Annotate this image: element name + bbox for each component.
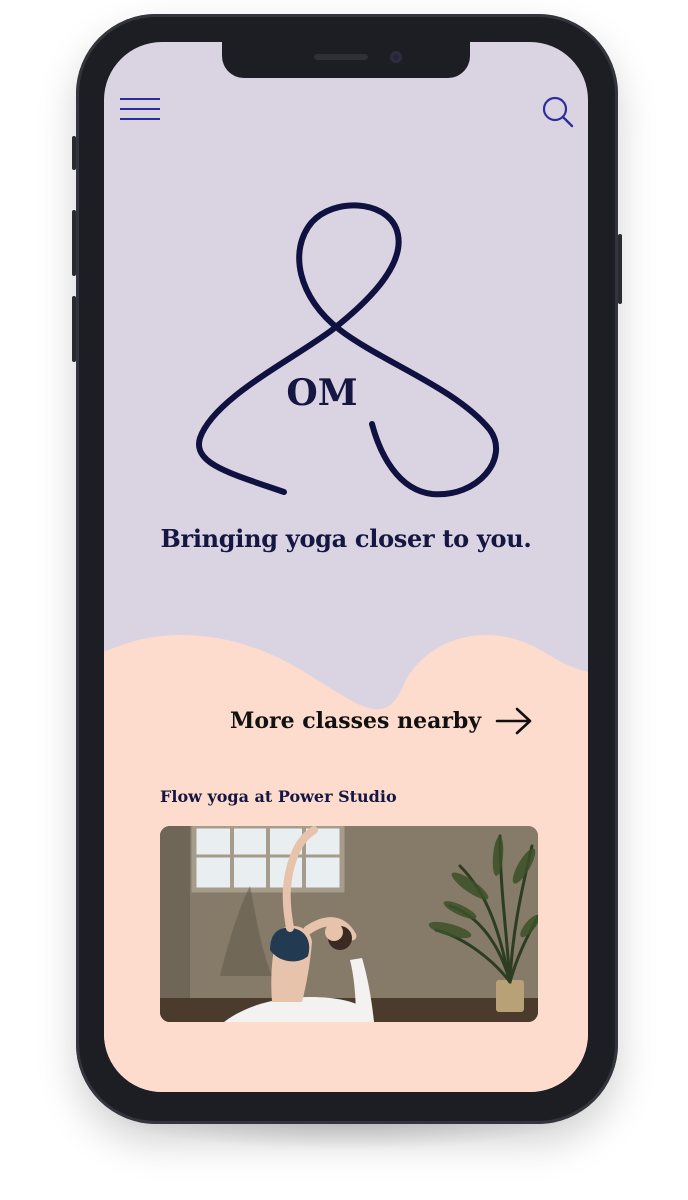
front-camera: [390, 51, 402, 63]
volume-down-button: [72, 296, 76, 362]
more-classes-label: More classes nearby: [230, 708, 482, 734]
class-photo[interactable]: [160, 826, 538, 1022]
om-logo: OM: [196, 202, 499, 498]
more-classes-link[interactable]: More classes nearby: [230, 706, 533, 736]
notch: [222, 42, 470, 78]
speaker: [314, 54, 368, 60]
hamburger-menu-icon[interactable]: [118, 96, 162, 126]
search-icon[interactable]: [540, 94, 576, 130]
power-button: [618, 234, 622, 304]
logo-text: OM: [286, 372, 357, 414]
class-title: Flow yoga at Power Studio: [160, 787, 397, 806]
mute-switch: [72, 136, 76, 170]
tagline: Bringing yoga closer to you.: [160, 524, 532, 553]
volume-up-button: [72, 210, 76, 276]
arrow-right-icon: [495, 707, 532, 735]
phone-screen: OM Bringing yoga closer to you. More cla…: [104, 42, 588, 1092]
